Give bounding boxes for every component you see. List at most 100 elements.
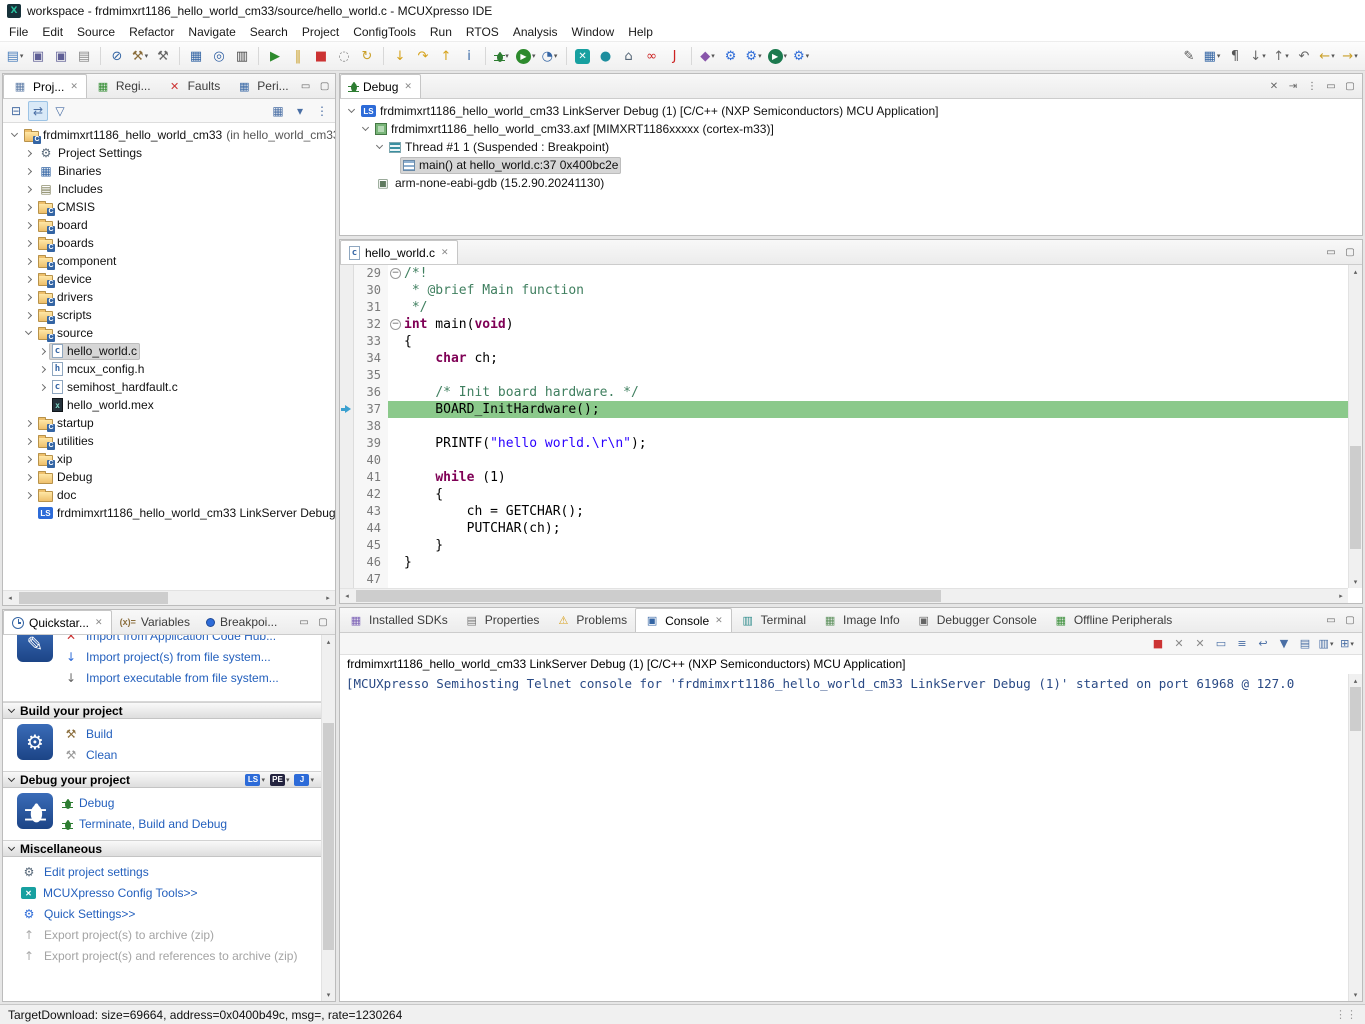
- collapsed-twistie-icon[interactable]: [21, 187, 35, 192]
- project-explorer-hscrollbar[interactable]: ◂ ▸: [3, 590, 335, 605]
- collapsed-twistie-icon[interactable]: [21, 295, 35, 300]
- search-icon[interactable]: ◎: [208, 45, 230, 67]
- explorer-item-binaries[interactable]: ▦Binaries: [3, 162, 335, 180]
- code-line-37[interactable]: 37 BOARD_InitHardware();: [340, 401, 1348, 418]
- vscroll-thumb[interactable]: [1350, 687, 1361, 731]
- step-return-icon[interactable]: ↑: [435, 45, 457, 67]
- explorer-item-boards[interactable]: boards: [3, 234, 335, 252]
- editor-hscrollbar[interactable]: ◂ ▸: [340, 588, 1348, 603]
- previous-annotation-icon[interactable]: ↑▾: [1270, 45, 1292, 67]
- menu-search[interactable]: Search: [243, 23, 295, 41]
- console-output-area[interactable]: [MCUXpresso Semihosting Telnet console f…: [340, 674, 1362, 1001]
- hscroll-track[interactable]: ◂ ▸: [3, 590, 335, 605]
- explorer-item-semihost-hardfault-c[interactable]: csemihost_hardfault.c: [3, 378, 335, 396]
- show-next-statement-icon[interactable]: ⇥: [1284, 77, 1302, 95]
- debug-icon[interactable]: ▾: [491, 45, 513, 67]
- console-tab-debugger-console[interactable]: ▣Debugger Console: [908, 608, 1045, 632]
- explorer-item-startup[interactable]: startup: [3, 414, 335, 432]
- minimize-icon[interactable]: ▭: [297, 77, 315, 95]
- terminate-console-icon[interactable]: ■: [1148, 634, 1168, 654]
- link-with-editor-icon[interactable]: ⇄: [28, 101, 48, 121]
- quickstart-tab-quickstar[interactable]: Quickstar...✕: [3, 610, 112, 635]
- scroll-right-arrow-icon[interactable]: ▸: [1334, 589, 1348, 603]
- expanded-twistie-icon[interactable]: [344, 110, 358, 112]
- menu-help[interactable]: Help: [621, 23, 660, 41]
- maximize-icon[interactable]: ▢: [316, 77, 334, 95]
- close-icon[interactable]: ✕: [404, 82, 412, 92]
- device-configuration-icon[interactable]: ⌂: [618, 45, 640, 67]
- quickstart-link-export-project-s-to-archive-zip[interactable]: ↑Export project(s) to archive (zip): [21, 926, 297, 944]
- code-line-32[interactable]: 32−int main(void): [340, 316, 1348, 333]
- section-header-miscellaneous[interactable]: Miscellaneous: [3, 840, 322, 857]
- collapsed-twistie-icon[interactable]: [21, 223, 35, 228]
- next-annotation-icon[interactable]: ↓▾: [1247, 45, 1269, 67]
- explorer-item-mcux-config-h[interactable]: hmcux_config.h: [3, 360, 335, 378]
- disconnect-icon[interactable]: ◌: [333, 45, 355, 67]
- collapsed-twistie-icon[interactable]: [21, 205, 35, 210]
- code-line-31[interactable]: 31 */: [340, 299, 1348, 316]
- print-icon[interactable]: ▤: [73, 45, 95, 67]
- scroll-left-arrow-icon[interactable]: ◂: [3, 591, 17, 605]
- save-all-icon[interactable]: ▣: [50, 45, 72, 67]
- collapsed-twistie-icon[interactable]: [21, 241, 35, 246]
- explorer-item-doc[interactable]: doc: [3, 486, 335, 504]
- menu-source[interactable]: Source: [70, 23, 122, 41]
- maximize-icon[interactable]: ▢: [1341, 243, 1359, 261]
- minimize-icon[interactable]: ▭: [295, 613, 313, 631]
- explorer-item-source[interactable]: source: [3, 324, 335, 342]
- editor-ruler[interactable]: [340, 384, 354, 401]
- word-wrap-icon[interactable]: ↩: [1253, 634, 1273, 654]
- menu-file[interactable]: File: [2, 23, 35, 41]
- welcome-icon[interactable]: ▶▾: [766, 45, 790, 67]
- terminate-icon[interactable]: ■: [310, 45, 332, 67]
- explorer-item-drivers[interactable]: drivers: [3, 288, 335, 306]
- explorer-tab-proj[interactable]: ▦Proj...✕: [3, 74, 87, 99]
- sdk-wizards-icon[interactable]: ⚙▾: [743, 45, 765, 67]
- fold-collapse-icon[interactable]: −: [390, 268, 401, 279]
- scroll-left-arrow-icon[interactable]: ◂: [340, 589, 354, 603]
- quickstart-tab-breakpoi[interactable]: Breakpoi...: [198, 610, 285, 634]
- jlink-probe-icon[interactable]: J: [664, 45, 686, 67]
- scroll-up-arrow-icon[interactable]: ▴: [322, 635, 335, 648]
- console-vscrollbar[interactable]: ▴ ▾: [1348, 674, 1362, 1001]
- editor-ruler[interactable]: [340, 265, 354, 282]
- console-tab-installed-sdks[interactable]: ▦Installed SDKs: [340, 608, 456, 632]
- explorer-item-hello-world-mex[interactable]: xhello_world.mex: [3, 396, 335, 414]
- quickstart-link-edit-project-settings[interactable]: ⚙Edit project settings: [21, 863, 297, 881]
- quickstart-link-quick-settings[interactable]: ⚙Quick Settings>>: [21, 905, 297, 923]
- overflow-icon[interactable]: ⋮: [312, 101, 332, 121]
- collapsed-twistie-icon[interactable]: [21, 259, 35, 264]
- collapsed-twistie-icon[interactable]: [21, 169, 35, 174]
- scroll-lock-icon[interactable]: ≡: [1232, 634, 1252, 654]
- collapse-all-icon[interactable]: ⊟: [6, 101, 26, 121]
- menu-refactor[interactable]: Refactor: [122, 23, 181, 41]
- quickstart-link-import-from-application-code-hub[interactable]: ✕Import from Application Code Hub...: [63, 635, 279, 645]
- new-wizard-icon[interactable]: ▤▾: [4, 45, 26, 67]
- code-line-35[interactable]: 35: [340, 367, 1348, 384]
- code-line-41[interactable]: 41 while (1): [340, 469, 1348, 486]
- collapsed-twistie-icon[interactable]: [35, 367, 49, 372]
- resume-icon[interactable]: ▶: [264, 45, 286, 67]
- code-editor[interactable]: 29−/*!30 * @brief Main function31 */32−i…: [340, 265, 1362, 603]
- code-line-42[interactable]: 42 {: [340, 486, 1348, 503]
- installed-sdks-icon[interactable]: ◆▾: [697, 45, 719, 67]
- hscroll-thumb[interactable]: [19, 592, 168, 604]
- scroll-up-arrow-icon[interactable]: ▴: [1349, 674, 1362, 687]
- editor-ruler[interactable]: [340, 486, 354, 503]
- code-line-38[interactable]: 38: [340, 418, 1348, 435]
- editor-tab-hello-world-c[interactable]: chello_world.c✕: [340, 240, 458, 265]
- view-menu-icon[interactable]: ▾: [290, 101, 310, 121]
- console-tab-offline-peripherals[interactable]: ▦Offline Peripherals: [1045, 608, 1181, 632]
- editor-ruler[interactable]: [340, 316, 354, 333]
- code-line-30[interactable]: 30 * @brief Main function: [340, 282, 1348, 299]
- minimize-icon[interactable]: ▭: [1322, 77, 1340, 95]
- collapsed-twistie-icon[interactable]: [21, 457, 35, 462]
- minimize-icon[interactable]: ▭: [1322, 611, 1340, 629]
- plugins-icon[interactable]: ⚙▾: [790, 45, 812, 67]
- editor-ruler[interactable]: [340, 435, 354, 452]
- console-tab-problems[interactable]: ⚠Problems: [547, 608, 635, 632]
- explorer-item-project-settings[interactable]: ⚙Project Settings: [3, 144, 335, 162]
- maximize-icon[interactable]: ▢: [314, 613, 332, 631]
- quickstart-link-import-project-s-from-file-system[interactable]: ↓Import project(s) from file system...: [63, 648, 279, 666]
- editor-ruler[interactable]: [340, 333, 354, 350]
